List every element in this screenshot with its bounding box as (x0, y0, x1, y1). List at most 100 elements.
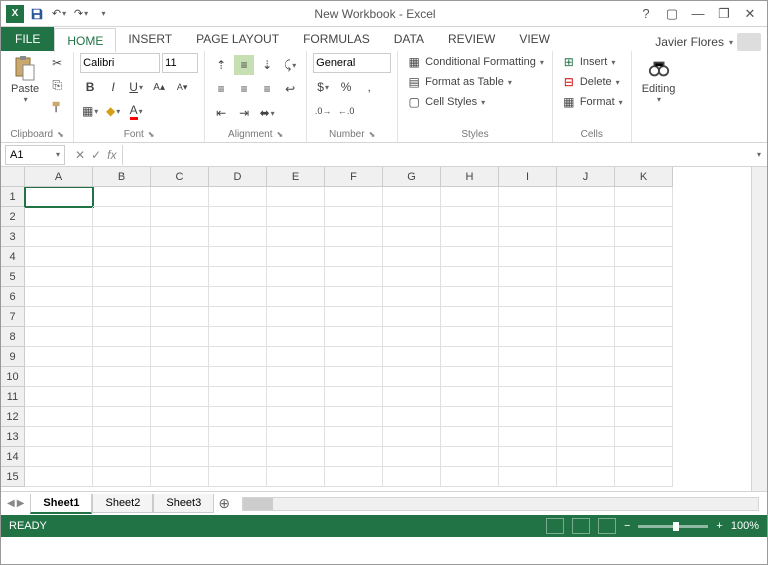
sheet-tab-1[interactable]: Sheet1 (30, 494, 92, 514)
cell[interactable] (209, 207, 267, 227)
fill-color-icon[interactable]: ◆▾ (103, 101, 123, 121)
cut-icon[interactable]: ✂ (47, 53, 67, 73)
cell[interactable] (615, 327, 673, 347)
row-header[interactable]: 15 (1, 467, 25, 487)
orientation-icon[interactable]: ⤹▾ (280, 55, 300, 75)
merge-center-icon[interactable]: ⬌▾ (257, 103, 277, 123)
column-header[interactable]: G (383, 167, 441, 187)
align-center-icon[interactable]: ≡ (234, 79, 254, 99)
find-select-button[interactable]: Editing ▾ (638, 53, 680, 106)
cell[interactable] (383, 287, 441, 307)
cell[interactable] (557, 187, 615, 207)
decrease-indent-icon[interactable]: ⇤ (211, 103, 231, 123)
cell[interactable] (499, 367, 557, 387)
column-header[interactable]: A (25, 167, 93, 187)
cell[interactable] (151, 467, 209, 487)
avatar[interactable] (737, 33, 761, 51)
row-header[interactable]: 9 (1, 347, 25, 367)
cell[interactable] (441, 207, 499, 227)
cell[interactable] (151, 427, 209, 447)
cell[interactable] (383, 327, 441, 347)
cell[interactable] (93, 427, 151, 447)
cell[interactable] (209, 447, 267, 467)
format-painter-icon[interactable] (47, 97, 67, 117)
cell[interactable] (499, 207, 557, 227)
paste-button[interactable]: Paste ▾ (7, 53, 43, 106)
cell[interactable] (383, 467, 441, 487)
cell[interactable] (151, 447, 209, 467)
cell[interactable] (557, 467, 615, 487)
row-header[interactable]: 5 (1, 267, 25, 287)
cell[interactable] (383, 407, 441, 427)
cell[interactable] (557, 347, 615, 367)
cell[interactable] (25, 367, 93, 387)
tab-data[interactable]: DATA (382, 27, 436, 51)
cell-styles-button[interactable]: ▢Cell Styles▾ (404, 93, 546, 111)
cell[interactable] (93, 467, 151, 487)
row-header[interactable]: 4 (1, 247, 25, 267)
row-header[interactable]: 13 (1, 427, 25, 447)
formula-input[interactable] (122, 145, 750, 165)
cell[interactable] (383, 427, 441, 447)
cell[interactable] (25, 427, 93, 447)
tab-view[interactable]: VIEW (507, 27, 562, 51)
cell[interactable] (325, 467, 383, 487)
cell[interactable] (499, 467, 557, 487)
cell[interactable] (267, 387, 325, 407)
cell[interactable] (557, 207, 615, 227)
cell[interactable] (615, 307, 673, 327)
column-header[interactable]: H (441, 167, 499, 187)
cell[interactable] (267, 207, 325, 227)
cell[interactable] (267, 347, 325, 367)
cell[interactable] (441, 227, 499, 247)
cell[interactable] (267, 187, 325, 207)
format-cells-button[interactable]: ▦Format▾ (559, 93, 625, 111)
sheet-tab-3[interactable]: Sheet3 (153, 494, 214, 513)
tab-review[interactable]: REVIEW (436, 27, 507, 51)
clipboard-launcher-icon[interactable]: ⬊ (57, 130, 64, 139)
cell[interactable] (325, 387, 383, 407)
cell[interactable] (499, 287, 557, 307)
tab-file[interactable]: FILE (1, 27, 54, 51)
cell[interactable] (499, 327, 557, 347)
cell[interactable] (93, 227, 151, 247)
cell[interactable] (267, 467, 325, 487)
cell[interactable] (557, 307, 615, 327)
cell[interactable] (267, 247, 325, 267)
column-header[interactable]: E (267, 167, 325, 187)
vertical-scrollbar[interactable] (751, 167, 767, 491)
increase-indent-icon[interactable]: ⇥ (234, 103, 254, 123)
increase-decimal-icon[interactable]: .0→ (313, 101, 333, 121)
cell[interactable] (25, 207, 93, 227)
cell[interactable] (267, 407, 325, 427)
cell[interactable] (557, 427, 615, 447)
page-layout-view-icon[interactable] (572, 518, 590, 534)
cell[interactable] (499, 307, 557, 327)
row-header[interactable]: 3 (1, 227, 25, 247)
percent-format-icon[interactable]: % (336, 77, 356, 97)
column-header[interactable]: I (499, 167, 557, 187)
alignment-launcher-icon[interactable]: ⬊ (277, 130, 284, 139)
undo-icon[interactable]: ↶▾ (49, 4, 69, 24)
align-middle-icon[interactable]: ≡ (234, 55, 254, 75)
cell[interactable] (615, 447, 673, 467)
column-header[interactable]: C (151, 167, 209, 187)
cell[interactable] (557, 447, 615, 467)
cell[interactable] (151, 347, 209, 367)
cell[interactable] (615, 407, 673, 427)
cell[interactable] (25, 267, 93, 287)
cell[interactable] (93, 387, 151, 407)
cell[interactable] (557, 287, 615, 307)
font-color-icon[interactable]: A▾ (126, 101, 146, 121)
redo-icon[interactable]: ↷▾ (71, 4, 91, 24)
cell[interactable] (209, 467, 267, 487)
cell[interactable] (93, 247, 151, 267)
cell[interactable] (151, 207, 209, 227)
cell[interactable] (93, 307, 151, 327)
font-launcher-icon[interactable]: ⬊ (148, 130, 155, 139)
row-header[interactable]: 8 (1, 327, 25, 347)
decrease-font-icon[interactable]: A▾ (172, 77, 192, 97)
cell[interactable] (325, 347, 383, 367)
cell[interactable] (383, 307, 441, 327)
cell[interactable] (441, 347, 499, 367)
